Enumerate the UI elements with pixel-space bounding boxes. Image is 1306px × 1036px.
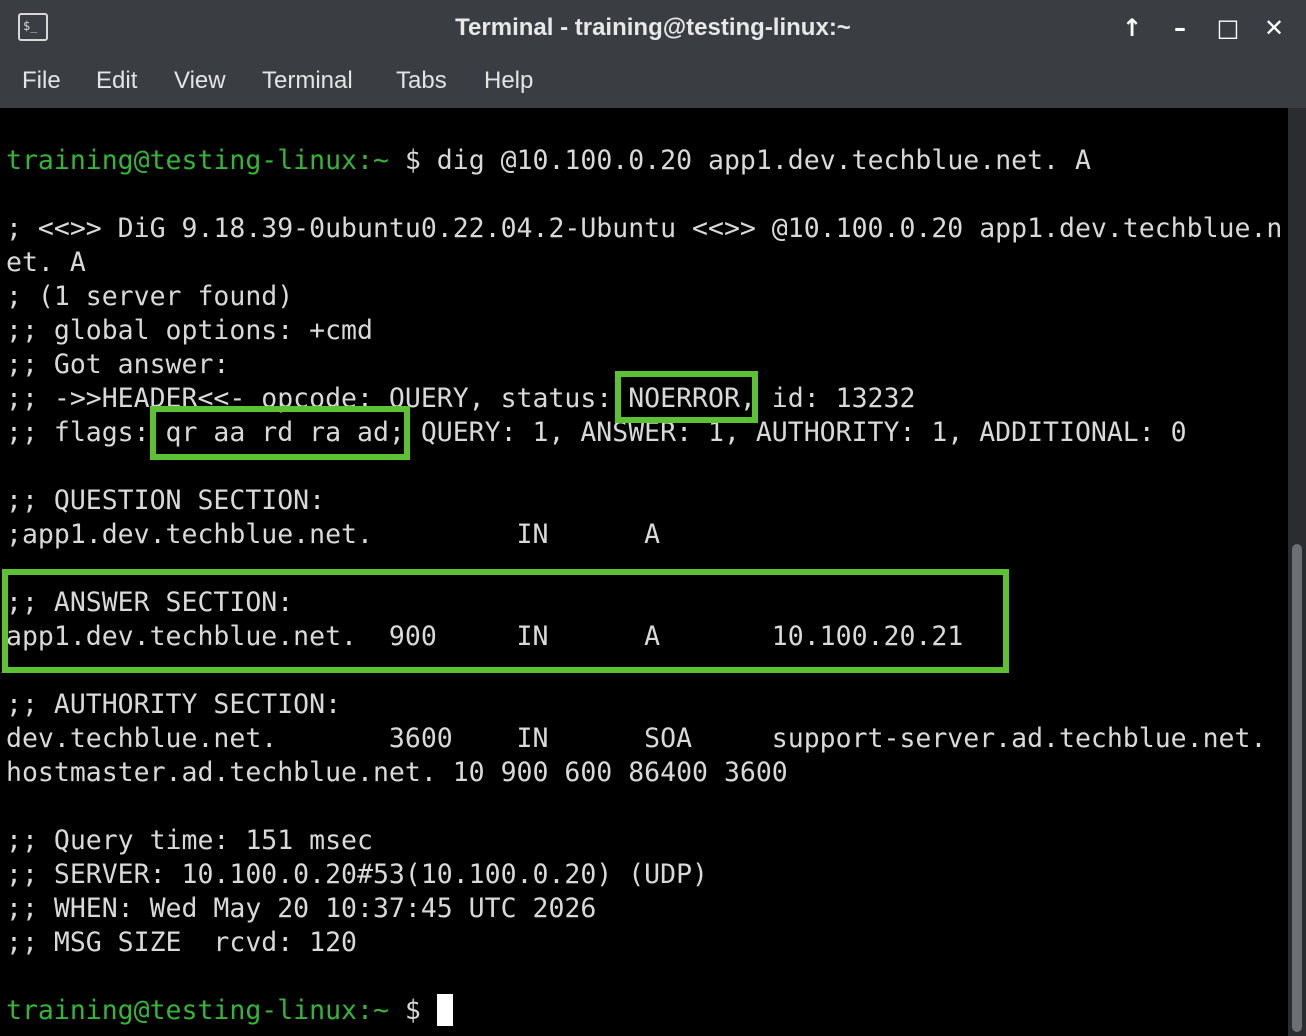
maximize-button[interactable]: □ [1212, 12, 1244, 44]
menu-tabs[interactable]: Tabs [396, 56, 447, 106]
output-line: hostmaster.ad.techblue.net. 10 900 600 8… [6, 757, 788, 788]
output-line: ;; WHEN: Wed May 20 10:37:45 UTC 2026 [6, 893, 597, 924]
menu-view[interactable]: View [174, 56, 226, 106]
terminal-window: $_ Terminal - training@testing-linux:~ ↑… [0, 0, 1306, 1036]
prompt-symbol: $ [388, 995, 437, 1026]
output-line: ;; Query time: 151 msec [6, 825, 373, 856]
menu-edit[interactable]: Edit [96, 56, 137, 106]
output-line: ;; QUESTION SECTION: [6, 485, 326, 516]
highlight-flags [150, 406, 410, 460]
current-prompt: training@testing-linux:~ $ [6, 993, 453, 1028]
highlight-answer-section [2, 569, 1009, 673]
scrollbar-thumb[interactable] [1292, 544, 1302, 1032]
text-cursor [436, 993, 453, 1026]
minimize-button[interactable]: – [1164, 12, 1196, 44]
output-line: ;app1.dev.techblue.net. IN A [6, 519, 661, 550]
prompt-path: :~ [357, 145, 389, 176]
output-line: ;; SERVER: 10.100.0.20#53(10.100.0.20) (… [6, 859, 708, 890]
prompt-user: training@testing-linux [6, 145, 357, 176]
output-line: ; <<>> DiG 9.18.39-0ubuntu0.22.04.2-Ubun… [6, 213, 1283, 244]
output-line: et. A [6, 247, 86, 278]
output-line: ;; global options: +cmd [6, 315, 373, 346]
close-button[interactable]: ✕ [1258, 12, 1290, 44]
output-line: ;; Got answer: [6, 349, 230, 380]
output-line: ;; AUTHORITY SECTION: [6, 689, 342, 720]
scrollbar[interactable] [1288, 108, 1306, 1036]
header-line: ;; ->>HEADER<<- opcode: QUERY, status: N… [6, 383, 916, 414]
menu-terminal[interactable]: Terminal [262, 56, 353, 106]
output-line: ;; MSG SIZE rcvd: 120 [6, 927, 357, 958]
keep-above-button[interactable]: ↑ [1116, 12, 1148, 44]
menu-bar: File Edit View Terminal Tabs Help [0, 56, 1306, 108]
command-line: training@testing-linux:~ $ dig @10.100.0… [6, 144, 1091, 178]
output-line: ; (1 server found) [6, 281, 294, 312]
highlight-noerror [615, 371, 758, 423]
prompt-user: training@testing-linux [6, 995, 357, 1026]
command-text: dig @10.100.0.20 app1.dev.techblue.net. … [436, 145, 1091, 176]
menu-file[interactable]: File [22, 56, 61, 106]
output-line: dev.techblue.net. 3600 IN SOA support-se… [6, 723, 1267, 754]
prompt-symbol: $ [388, 145, 437, 176]
title-bar[interactable]: $_ Terminal - training@testing-linux:~ ↑… [0, 0, 1306, 56]
menu-help[interactable]: Help [484, 56, 533, 106]
window-title: Terminal - training@testing-linux:~ [455, 14, 851, 41]
prompt-path: :~ [357, 995, 389, 1026]
